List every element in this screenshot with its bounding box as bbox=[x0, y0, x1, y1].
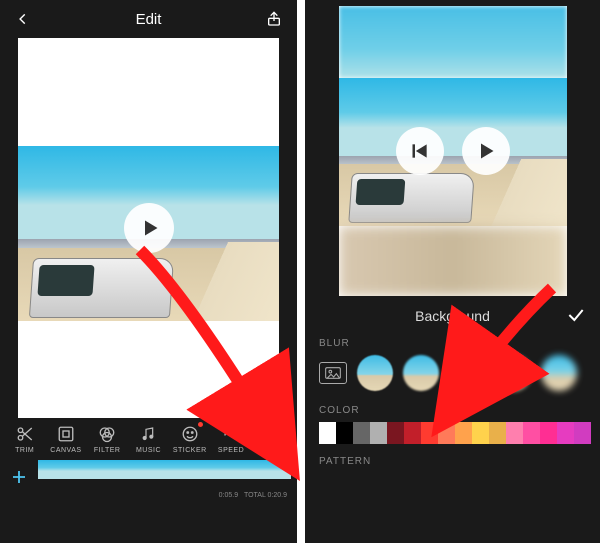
color-swatch[interactable] bbox=[557, 422, 574, 444]
blur-option-2[interactable] bbox=[403, 355, 439, 391]
pick-image-button[interactable] bbox=[319, 362, 347, 384]
color-swatch[interactable] bbox=[472, 422, 489, 444]
edit-toolbar: TRIM CANVAS FILTER MUSIC STICKER bbox=[0, 418, 297, 456]
panel-title: Background bbox=[415, 308, 490, 324]
play-button[interactable] bbox=[124, 203, 174, 253]
prev-button[interactable] bbox=[396, 127, 444, 175]
subject-truckcap bbox=[348, 173, 475, 223]
panel-header: Background bbox=[305, 296, 600, 332]
filter-icon bbox=[97, 424, 117, 444]
scissors-icon bbox=[15, 424, 35, 444]
playback-controls bbox=[396, 127, 510, 175]
color-swatch[interactable] bbox=[489, 422, 506, 444]
blur-options bbox=[305, 353, 600, 399]
color-swatch[interactable] bbox=[523, 422, 540, 444]
color-swatch[interactable] bbox=[370, 422, 387, 444]
tool-trim[interactable]: TRIM bbox=[8, 424, 42, 454]
speed-icon bbox=[221, 424, 241, 444]
color-swatch[interactable] bbox=[353, 422, 370, 444]
back-button[interactable] bbox=[12, 8, 34, 30]
blur-option-1[interactable] bbox=[357, 355, 393, 391]
music-icon bbox=[138, 424, 158, 444]
tool-sticker[interactable]: STICKER bbox=[173, 424, 207, 454]
subject-truckcap bbox=[29, 258, 174, 318]
blur-option-4[interactable] bbox=[495, 355, 531, 391]
editor-screen-background: Background BLUR COLOR PATTERN bbox=[305, 0, 600, 543]
share-button[interactable] bbox=[263, 8, 285, 30]
color-swatch[interactable] bbox=[506, 422, 523, 444]
color-swatch[interactable] bbox=[455, 422, 472, 444]
section-blur-label: BLUR bbox=[305, 332, 600, 353]
top-bar: Edit bbox=[0, 0, 297, 38]
tool-bg[interactable]: BG bbox=[255, 424, 289, 454]
tool-speed[interactable]: SPEED bbox=[214, 424, 248, 454]
tool-music[interactable]: MUSIC bbox=[131, 424, 165, 454]
section-pattern-label: PATTERN bbox=[305, 450, 600, 471]
tool-filter[interactable]: FILTER bbox=[90, 424, 124, 454]
confirm-button[interactable] bbox=[566, 305, 586, 328]
color-swatch[interactable] bbox=[540, 422, 557, 444]
section-color-label: COLOR bbox=[305, 399, 600, 420]
color-swatch[interactable] bbox=[319, 422, 336, 444]
add-clip-button[interactable] bbox=[6, 464, 32, 490]
color-swatch[interactable] bbox=[421, 422, 438, 444]
color-swatch[interactable] bbox=[438, 422, 455, 444]
color-swatch[interactable] bbox=[387, 422, 404, 444]
tool-canvas[interactable]: CANVAS bbox=[49, 424, 83, 454]
video-preview-bg[interactable] bbox=[339, 6, 567, 296]
editor-screen-main: Edit TRIM CANVAS bbox=[0, 0, 305, 543]
color-swatches bbox=[305, 420, 600, 450]
timeline-labels: 0:05.9 TOTAL 0:20.9 bbox=[219, 492, 287, 499]
color-swatch[interactable] bbox=[574, 422, 591, 444]
color-swatch[interactable] bbox=[336, 422, 353, 444]
blur-option-5[interactable] bbox=[541, 355, 577, 391]
canvas-icon bbox=[56, 424, 76, 444]
blur-option-3-selected[interactable] bbox=[449, 355, 485, 391]
bg-icon bbox=[262, 424, 282, 444]
sticker-icon bbox=[180, 424, 200, 444]
color-swatch[interactable] bbox=[404, 422, 421, 444]
page-title: Edit bbox=[34, 11, 263, 28]
badge-dot bbox=[198, 422, 203, 427]
timeline-strip[interactable] bbox=[38, 460, 291, 494]
play-button[interactable] bbox=[462, 127, 510, 175]
video-preview[interactable] bbox=[18, 38, 279, 418]
